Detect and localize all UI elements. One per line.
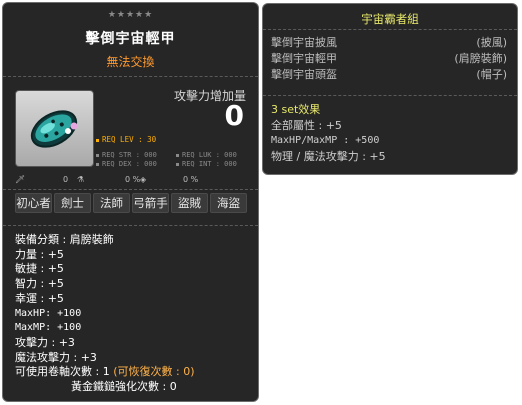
golden-hammer-count: 黃金鐵鎚強化次數 : 0 [71,380,177,394]
req-dex: REQ DEX : 000 [96,160,157,168]
stat-luk: 幸運 : +5 [15,291,64,305]
stat-int: 智力 : +5 [15,277,64,291]
set-effect-all-stats: 全部屬性 : +5 [271,118,342,132]
set-name: 宇宙霸者組 [361,12,419,26]
job-thief: 盜賊 [171,193,208,213]
set-effect: 3 set效果 全部屬性 : +5 MaxHP/MaxMP : +500 物理 … [271,102,386,164]
set-effect-hpmp: MaxHP/MaxMP : +500 [271,135,380,146]
set-effect-attack: 物理 / 魔法攻擊力 : +5 [271,149,386,163]
item-name: 擊倒宇宙輕甲 [85,31,176,47]
set-tooltip: 宇宙霸者組 擊倒宇宙披風 (披風) 擊倒宇宙輕甲 (肩膀裝飾) 擊倒宇宙頭盔 (帽子)… [262,3,518,175]
upgrade-slots: 可使用卷軸次數 : 1 (可恢復次數 : 0) [15,365,195,379]
divider [263,95,517,97]
job-pirate: 海盜 [210,193,247,213]
job-requirements: 初心者 劍士 法師 弓箭手 盜賊 海盜 [15,193,247,213]
divider [3,189,258,191]
set-item: 擊倒宇宙頭盔 (帽子) [271,68,507,81]
stat-dex: 敏捷 : +5 [15,262,64,276]
star-force-stars: ★★★★★ [107,10,154,20]
stat-str: 力量 : +5 [15,247,64,261]
divider [3,225,258,227]
sword-icon: 🗡 [15,175,26,184]
recoverable-slots: (可恢復次數 : 0) [113,365,195,379]
divider [263,29,517,31]
item-stats: 裝備分類 : 肩膀裝飾 力量 : +5 敏捷 : +5 智力 : +5 幸運 :… [15,233,255,395]
shoulder-armor-icon [30,110,78,148]
attack-increase-value: 0 [224,99,244,132]
stat-attack: 攻擊力 : +3 [15,335,75,349]
set-item: 擊倒宇宙披風 (披風) [271,36,507,49]
req-level: REQ LEV : 30 [96,135,156,144]
job-beginner: 初心者 [15,193,52,213]
equip-type: 裝備分類 : 肩膀裝飾 [15,233,114,246]
flask-icon: ⚗ [77,175,85,184]
set-item-list: 擊倒宇宙披風 (披風) 擊倒宇宙輕甲 (肩膀裝飾) 擊倒宇宙頭盔 (帽子) [271,35,507,83]
shield-icon: ◈ [140,175,147,184]
stat-magic-attack: 魔法攻擊力 : +3 [15,350,97,364]
item-attribute-icons: 🗡 0 ⚗ 0 % ◈ 0 % [15,175,199,184]
set-effect-header: 3 set效果 [271,103,321,116]
job-bowman: 弓箭手 [132,193,169,213]
set-item: 擊倒宇宙輕甲 (肩膀裝飾) [271,52,507,65]
req-str: REQ STR : 000 [96,151,157,159]
stat-maxhp: MaxHP: +100 [15,307,82,319]
divider [3,76,258,78]
job-warrior: 劍士 [54,193,91,213]
stat-maxmp: MaxMP: +100 [15,322,82,334]
trade-status: 無法交換 [106,55,155,69]
item-tooltip: ★★★★★ 擊倒宇宙輕甲 無法交換 攻擊力增加量 0 REQ LEV : 30 … [2,2,259,402]
req-int: REQ INT : 000 [176,160,237,168]
item-icon [15,90,94,167]
job-magician: 法師 [93,193,130,213]
req-luk: REQ LUK : 000 [176,151,237,159]
